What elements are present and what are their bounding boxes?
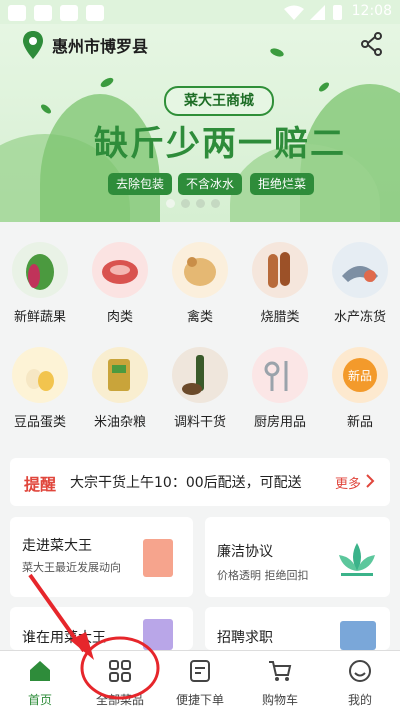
tab-label: 首页 [27, 693, 52, 707]
tab-label: 购物车 [261, 693, 298, 707]
leaf-icon [269, 46, 285, 59]
category-tofu-eggs[interactable]: 豆品蛋类 [0, 347, 80, 430]
tab-label: 我的 [347, 693, 372, 707]
signal-icon [310, 5, 325, 20]
notification-icon [8, 5, 26, 21]
leaf-icon [39, 102, 53, 116]
category-meat[interactable]: 肉类 [80, 242, 160, 325]
card-jobs[interactable]: 招聘求职 [205, 607, 390, 650]
banner-slogan: 缺斤少两一赔二 [94, 124, 346, 164]
category-label: 禽类 [186, 310, 213, 325]
leaf-icon [99, 75, 115, 90]
category-roast[interactable]: 烧腊类 [240, 242, 320, 325]
new-products-icon: 新品 [332, 347, 388, 403]
category-fresh-produce[interactable]: 新鲜蔬果 [0, 242, 80, 325]
carousel-dot[interactable] [211, 199, 220, 208]
rice-oil-icon [92, 347, 148, 403]
roast-meat-icon [252, 242, 308, 298]
category-seasoning[interactable]: 调料干货 [160, 347, 240, 430]
card-integrity[interactable]: 廉洁协议 价格透明 拒绝回扣 [205, 517, 390, 597]
status-bar: 12:08 [0, 0, 400, 24]
vegetables-icon [12, 242, 68, 298]
notification-icon [86, 5, 104, 21]
category-label: 新鲜蔬果 [13, 310, 66, 325]
category-label: 烧腊类 [260, 310, 300, 325]
chevron-right-icon[interactable] [365, 474, 375, 488]
smiley-icon [349, 660, 371, 682]
card-title: 招聘求职 [217, 630, 273, 646]
category-rice-oil[interactable]: 米油杂粮 [80, 347, 160, 430]
banner-tag: 去除包装 [108, 173, 172, 195]
eggs-icon [12, 347, 68, 403]
category-kitchen[interactable]: 厨房用品 [240, 347, 320, 430]
tab-home[interactable]: 首页 [0, 651, 80, 712]
card-about[interactable]: 走进菜大王 菜大王最近发展动向 [10, 517, 193, 597]
category-label: 厨房用品 [253, 415, 306, 430]
wifi-icon [284, 5, 304, 20]
users-icon [143, 619, 173, 650]
leaf-icon [317, 80, 331, 94]
category-label: 新品 [346, 415, 373, 430]
bottom-tab-bar: 首页 全部菜品 便捷下单 购物车 我的 [0, 650, 400, 712]
grid-icon [109, 660, 131, 682]
new-badge-text: 新品 [348, 368, 372, 383]
banner-tag: 不含冰水 [178, 173, 242, 195]
location-pin-icon[interactable] [22, 30, 44, 60]
carousel-dot[interactable] [196, 199, 205, 208]
category-label: 肉类 [106, 310, 133, 325]
category-label: 水产冻货 [333, 310, 386, 325]
card-users[interactable]: 谁在用菜大王 [10, 607, 193, 650]
card-title: 谁在用菜大王 [22, 630, 106, 646]
home-icon [30, 661, 50, 681]
mall-badge: 菜大王商城 [164, 86, 274, 116]
tab-quick-order[interactable]: 便捷下单 [160, 651, 240, 712]
notice-tag: 提醒 [24, 475, 57, 494]
tab-label: 便捷下单 [175, 693, 224, 707]
category-new[interactable]: 新品 新品 [320, 347, 400, 430]
category-label: 豆品蛋类 [13, 415, 66, 430]
notice-bar[interactable]: 提醒 大宗干货上午10：00后配送，可配送 更多 [10, 458, 390, 506]
location-label[interactable]: 惠州市博罗县 [52, 33, 148, 57]
category-label: 米油杂粮 [93, 415, 146, 430]
tab-cart[interactable]: 购物车 [240, 651, 320, 712]
card-subtitle: 菜大王最近发展动向 [22, 561, 121, 574]
notice-text: 大宗干货上午10：00后配送，可配送 [70, 475, 302, 491]
card-subtitle: 价格透明 拒绝回扣 [217, 569, 309, 582]
document-icon [143, 539, 173, 577]
tab-label: 全部菜品 [95, 693, 144, 707]
briefcase-icon [340, 621, 376, 650]
card-title: 廉洁协议 [217, 544, 273, 560]
carousel-dot-active[interactable] [166, 199, 175, 208]
seafood-icon [332, 242, 388, 298]
tab-profile[interactable]: 我的 [320, 651, 400, 712]
kitchen-utensils-icon [252, 347, 308, 403]
carousel-dot[interactable] [181, 199, 190, 208]
poultry-icon [172, 242, 228, 298]
share-icon[interactable] [360, 32, 384, 56]
card-title: 走进菜大王 [22, 538, 92, 554]
category-seafood[interactable]: 水产冻货 [320, 242, 400, 325]
tab-all-products[interactable]: 全部菜品 [80, 651, 160, 712]
order-form-icon [190, 660, 210, 682]
lotus-icon [339, 543, 375, 576]
category-label: 调料干货 [173, 415, 226, 430]
notification-icon [34, 5, 52, 21]
banner-tag: 拒绝烂菜 [250, 173, 314, 195]
notice-more-link[interactable]: 更多 [335, 473, 361, 492]
meat-icon [92, 242, 148, 298]
notification-icon [60, 5, 78, 21]
status-time: 12:08 [351, 3, 392, 19]
category-poultry[interactable]: 禽类 [160, 242, 240, 325]
cart-icon [269, 661, 292, 681]
battery-icon [333, 5, 342, 20]
seasoning-icon [172, 347, 228, 403]
